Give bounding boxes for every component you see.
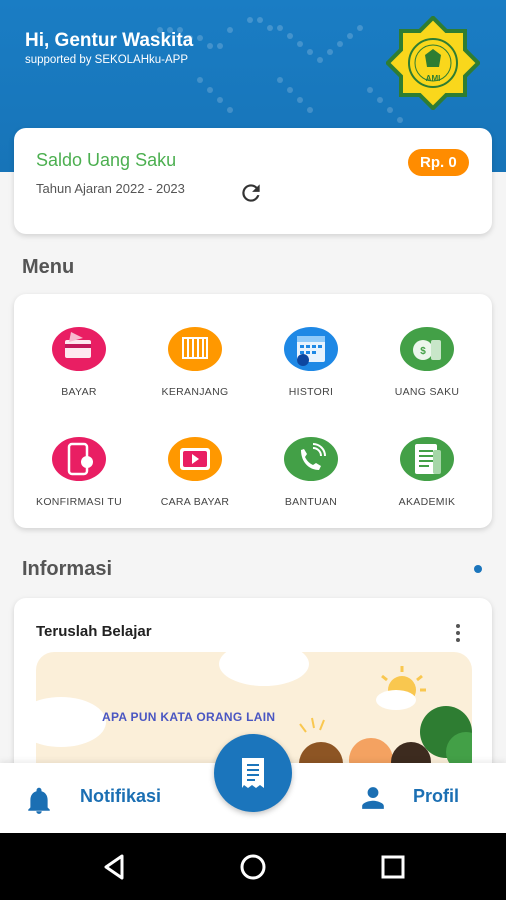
money-bag-icon: $ (400, 327, 454, 371)
menu-label-konfirmasi-tu: KONFIRMASI TU (36, 496, 122, 508)
carousel-indicator-dot (474, 565, 482, 573)
school-logo: AMI (386, 16, 480, 110)
recents-icon[interactable] (377, 851, 409, 883)
calendar-history-icon (284, 327, 338, 371)
menu-item-bayar[interactable]: BAYAR (24, 326, 134, 426)
banner-text: APA PUN KATA ORANG LAIN (102, 710, 276, 724)
greeting-text: Hi, Gentur Waskita (25, 30, 194, 51)
receipt-icon (242, 758, 264, 788)
informasi-section-title: Informasi (22, 558, 113, 580)
receipt-fab-button[interactable] (214, 734, 292, 812)
phone-call-icon (284, 437, 338, 481)
menu-item-keranjang[interactable]: KERANJANG (140, 326, 250, 426)
menu-label-cara-bayar: CARA BAYAR (160, 496, 230, 508)
menu-label-bantuan: BANTUAN (284, 496, 338, 508)
menu-item-uang-saku[interactable]: $ UANG SAKU (372, 326, 482, 426)
saldo-amount-badge: Rp. 0 (408, 149, 469, 176)
menu-label-uang-saku: UANG SAKU (394, 386, 460, 398)
saldo-title: Saldo Uang Saku (36, 150, 177, 170)
support-text: supported by SEKOLAHku-APP (25, 54, 188, 66)
nav-label-profil: Profil (413, 786, 460, 806)
bell-icon (28, 787, 50, 814)
menu-item-konfirmasi-tu[interactable]: KONFIRMASI TU (24, 436, 134, 536)
home-icon[interactable] (237, 851, 269, 883)
menu-grid: BAYAR KERANJANG HISTORI $ UANG SAKU KONF… (14, 294, 492, 528)
info-card-title: Teruslah Belajar (36, 623, 152, 640)
nav-notifikasi[interactable]: Notifikasi (0, 763, 200, 833)
menu-label-keranjang: KERANJANG (161, 386, 229, 398)
menu-item-cara-bayar[interactable]: CARA BAYAR (140, 436, 250, 536)
system-navigation-bar (0, 833, 506, 900)
svg-text:$: $ (420, 346, 426, 357)
academic-year: Tahun Ajaran 2022 - 2023 (36, 181, 185, 196)
video-play-icon (168, 437, 222, 481)
menu-section-title: Menu (22, 256, 75, 278)
logo-text: AMI (426, 74, 441, 83)
phone-confirm-icon (52, 437, 106, 481)
refresh-icon[interactable] (238, 180, 264, 206)
document-icon (400, 437, 454, 481)
person-icon (362, 787, 384, 809)
menu-label-akademik: AKADEMIK (398, 496, 456, 508)
more-options-icon[interactable] (452, 622, 464, 644)
menu-label-histori: HISTORI (288, 386, 334, 398)
menu-item-bantuan[interactable]: BANTUAN (256, 436, 366, 536)
menu-label-bayar: BAYAR (61, 386, 97, 398)
nav-profil[interactable]: Profil (330, 763, 506, 833)
nav-label-notifikasi: Notifikasi (80, 786, 162, 806)
cart-icon (168, 327, 222, 371)
menu-item-histori[interactable]: HISTORI (256, 326, 366, 426)
saldo-card: Saldo Uang Saku Tahun Ajaran 2022 - 2023… (14, 128, 492, 234)
menu-item-akademik[interactable]: AKADEMIK (372, 436, 482, 536)
back-icon[interactable] (98, 851, 130, 883)
payment-icon (52, 327, 106, 371)
